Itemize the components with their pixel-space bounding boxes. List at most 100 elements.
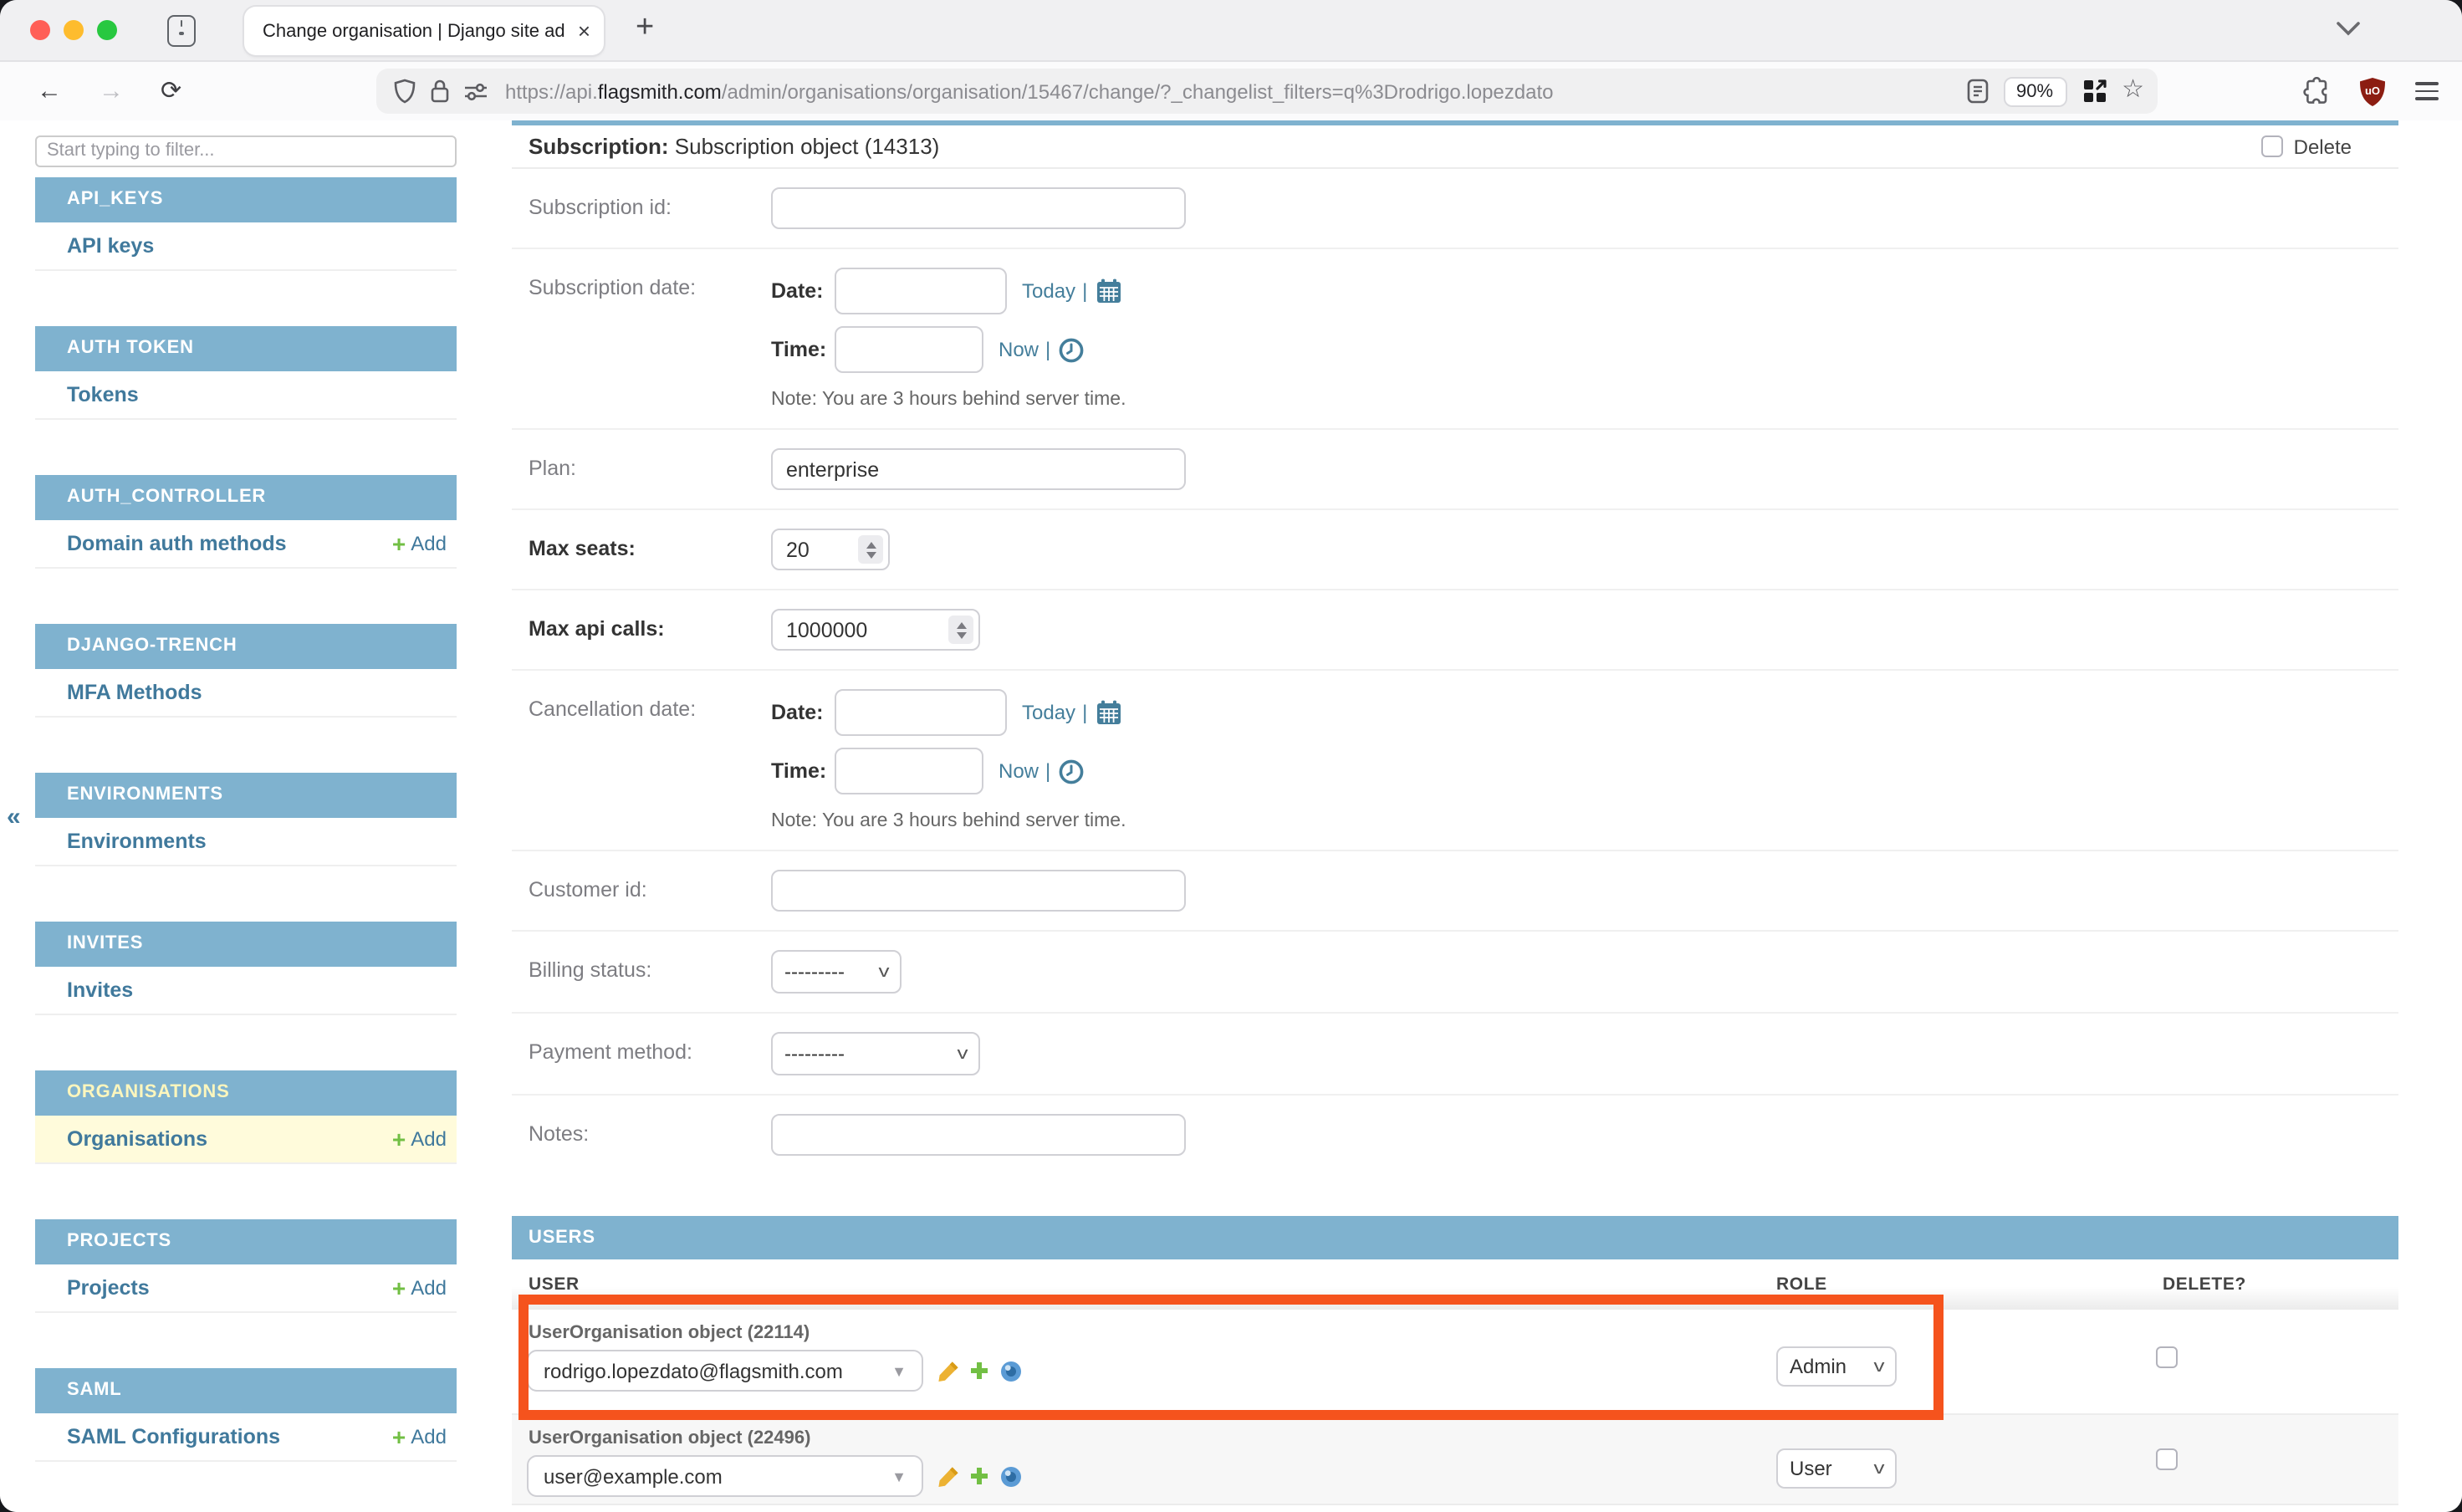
edit-pencil-icon[interactable] [937,1359,960,1382]
sidebar-toggle-icon[interactable] [167,14,196,46]
sidebar-item-link[interactable]: Environments [67,829,207,852]
sidebar-item-link[interactable]: SAML Configurations [67,1424,280,1448]
zoom-level-button[interactable]: 90% [2003,76,2066,106]
reader-mode-icon[interactable] [1966,79,1988,104]
browser-tab[interactable]: Change organisation | Django site ad × [244,7,604,55]
url-text[interactable]: https://api.flagsmith.com/admin/organisa… [505,79,1966,103]
payment-method-select[interactable]: ---------v [771,1032,980,1075]
number-stepper[interactable] [948,616,973,644]
delete-label: Delete [2294,135,2352,158]
sidebar-module-invites: INVITES Invites [35,921,457,1060]
tracking-shield-icon[interactable] [393,79,416,104]
chevron-down-icon: v [958,1045,968,1063]
sidebar-filter-input[interactable] [35,135,457,166]
add-plus-icon[interactable] [968,1465,990,1487]
delete-row-checkbox[interactable] [2156,1346,2178,1368]
zoom-window-button[interactable] [97,20,117,40]
extensions-puzzle-icon[interactable] [2301,77,2330,105]
menu-hamburger-icon[interactable] [2415,82,2439,101]
lock-icon[interactable] [430,79,450,104]
time-sublabel: Time: [771,338,835,361]
tab-close-icon[interactable]: × [578,20,590,42]
calendar-icon[interactable] [1096,699,1122,726]
sidebar-item-domain-auth-methods[interactable]: Domain auth methods +Add [35,519,457,568]
billing-status-select[interactable]: ---------v [771,950,902,994]
sidebar-item-link[interactable]: MFA Methods [67,680,202,703]
sidebar-section-header: DJANGO-TRENCH [35,623,457,668]
now-link[interactable]: Now [999,338,1039,361]
sidebar-collapse-button[interactable]: « [7,803,21,831]
user-email-select[interactable]: user@example.com▼ [527,1455,923,1497]
cancellation-time-input[interactable] [835,748,983,794]
role-select[interactable]: Adminv [1776,1346,1897,1387]
add-link[interactable]: +Add [392,1126,447,1150]
clock-icon[interactable] [1059,759,1084,784]
sidebar-section-title: SAML [67,1380,122,1400]
subscription-time-input[interactable] [835,326,983,373]
plan-input[interactable] [771,448,1186,490]
delete-row-checkbox[interactable] [2156,1448,2178,1470]
sidebar-item-link[interactable]: Domain auth methods [67,531,287,554]
permissions-icon[interactable] [463,81,488,101]
url-bar[interactable]: https://api.flagsmith.com/admin/organisa… [376,69,2158,114]
sidebar-item-saml-configurations[interactable]: SAML Configurations +Add [35,1412,457,1461]
sidebar-item-link[interactable]: Invites [67,978,133,1001]
field-label: Billing status: [512,950,771,994]
sidebar-section-header: PROJECTS [35,1218,457,1264]
add-link[interactable]: +Add [392,531,447,554]
sidebar-section-title: INVITES [67,933,143,953]
ublock-origin-icon[interactable]: uO [2358,76,2387,106]
reload-button[interactable]: ⟳ [161,79,181,104]
tiles-shortcut-icon[interactable] [2081,79,2107,104]
close-window-button[interactable] [30,20,50,40]
add-link-label: Add [411,1424,447,1448]
sidebar-item-environments[interactable]: Environments [35,817,457,866]
back-button[interactable]: ← [37,79,62,104]
add-plus-icon[interactable] [968,1360,990,1382]
edit-pencil-icon[interactable] [937,1464,960,1488]
sidebar-spacer [35,270,457,315]
sidebar-spacer [35,866,457,911]
user-row: UserOrganisation object (22114) rodrigo.… [512,1310,2398,1413]
form-row-max-api-calls: Max api calls: [512,590,2398,671]
sidebar-section-header: ORGANISATIONS [35,1070,457,1115]
view-eye-icon[interactable] [999,1359,1024,1382]
view-eye-icon[interactable] [999,1464,1024,1488]
sidebar-item-link[interactable]: Organisations [67,1126,207,1150]
sidebar-item-api-keys[interactable]: API keys [35,222,457,270]
user-object-label: UserOrganisation object (23222) [512,1505,2398,1512]
now-link[interactable]: Now [999,759,1039,783]
delete-checkbox[interactable] [2262,135,2284,157]
user-email-select[interactable]: rodrigo.lopezdato@flagsmith.com▼ [527,1350,923,1392]
sidebar-item-link[interactable]: API keys [67,233,154,257]
subscription-date-input[interactable] [835,268,1007,314]
tab-overflow-chevron-icon[interactable] [2335,20,2362,37]
sidebar-item-invites[interactable]: Invites [35,966,457,1014]
sidebar-item-organisations[interactable]: Organisations +Add [35,1115,457,1163]
sidebar-item-tokens[interactable]: Tokens [35,370,457,419]
role-select[interactable]: Userv [1776,1448,1897,1489]
subscription-id-input[interactable] [771,187,1186,229]
sidebar-item-projects[interactable]: Projects +Add [35,1264,457,1312]
today-link[interactable]: Today [1022,701,1075,724]
clock-icon[interactable] [1059,337,1084,362]
new-tab-button[interactable]: + [636,10,654,47]
add-link[interactable]: +Add [392,1275,447,1299]
sidebar-section-header: ENVIRONMENTS [35,772,457,817]
cancellation-date-input[interactable] [835,689,1007,736]
notes-input[interactable] [771,1114,1186,1156]
number-stepper[interactable] [858,535,883,564]
sidebar-item-link[interactable]: Projects [67,1275,150,1299]
calendar-icon[interactable] [1096,278,1122,304]
bookmark-star-icon[interactable]: ☆ [2122,77,2144,102]
minimize-window-button[interactable] [64,20,84,40]
sidebar-item-link[interactable]: Tokens [67,382,139,406]
forward-button[interactable]: → [99,79,124,104]
sidebar-item-mfa-methods[interactable]: MFA Methods [35,668,457,717]
today-link[interactable]: Today [1022,279,1075,303]
sidebar-module-saml: SAML SAML Configurations +Add [35,1367,457,1506]
time-sublabel: Time: [771,759,835,783]
customer-id-input[interactable] [771,870,1186,912]
column-header-role: ROLE [1776,1274,1827,1295]
add-link[interactable]: +Add [392,1424,447,1448]
